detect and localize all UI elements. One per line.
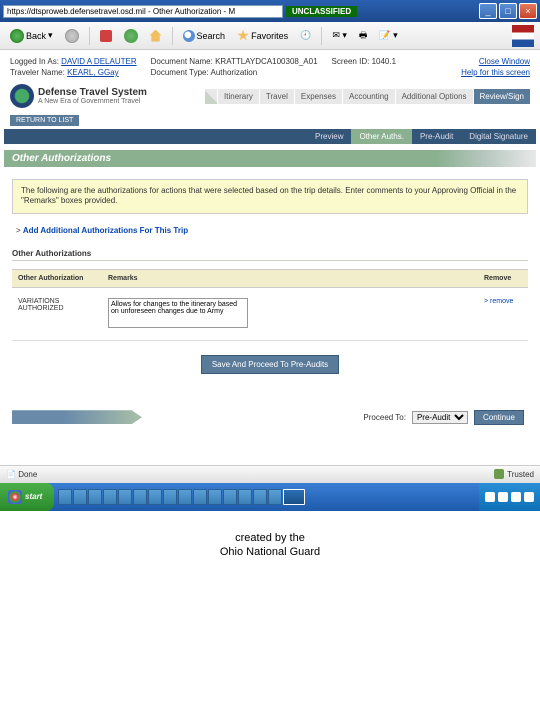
tray-icon[interactable]	[511, 492, 521, 502]
dts-title: Defense Travel System	[38, 87, 147, 98]
main-nav: Itinerary Travel Expenses Accounting Add…	[205, 89, 530, 104]
slide-footer: created by the Ohio National Guard	[0, 511, 540, 580]
home-icon	[150, 30, 162, 42]
authorizations-table: Other Authorization Remarks Remove VARIA…	[12, 269, 528, 341]
tray-icon[interactable]	[524, 492, 534, 502]
tray-icon[interactable]	[498, 492, 508, 502]
taskbar-item[interactable]	[268, 489, 282, 505]
return-to-list-button[interactable]: RETURN TO LIST	[10, 115, 79, 126]
tab-additional[interactable]: Additional Options	[395, 89, 473, 104]
col-remarks: Remarks	[102, 269, 478, 287]
taskbar-item[interactable]	[253, 489, 267, 505]
taskbar-item[interactable]	[118, 489, 132, 505]
taskbar-item[interactable]	[193, 489, 207, 505]
classification-banner: UNCLASSIFIED	[286, 6, 357, 17]
subsection-title: Other Authorizations	[12, 249, 528, 261]
taskbar-item[interactable]	[73, 489, 87, 505]
edit-button[interactable]: 📝 ▾	[375, 28, 401, 43]
traveler-link[interactable]: KEARL, GGay	[67, 68, 119, 77]
back-icon	[10, 29, 24, 43]
trusted-icon	[494, 469, 504, 479]
taskbar-item[interactable]	[103, 489, 117, 505]
taskbar-item[interactable]	[133, 489, 147, 505]
url-field[interactable]: https://dtsproweb.defensetravel.osd.mil …	[3, 5, 283, 18]
status-text: Done	[18, 470, 37, 479]
tab-expenses[interactable]: Expenses	[294, 89, 342, 104]
tab-accounting[interactable]: Accounting	[342, 89, 395, 104]
subtab-other-auths[interactable]: Other Auths.	[351, 129, 411, 144]
remove-link[interactable]: > remove	[484, 298, 513, 305]
favorites-button[interactable]: Favorites	[233, 28, 292, 44]
sub-nav: Preview Other Auths. Pre-Audit Digital S…	[4, 129, 536, 144]
minimize-button[interactable]: _	[479, 3, 497, 19]
taskbar-item[interactable]	[148, 489, 162, 505]
col-authorization: Other Authorization	[12, 269, 102, 287]
taskbar-item[interactable]	[88, 489, 102, 505]
mail-button[interactable]: ✉ ▾	[328, 28, 351, 43]
maximize-button[interactable]: □	[499, 3, 517, 19]
taskbar-item[interactable]	[58, 489, 72, 505]
tab-itinerary[interactable]: Itinerary	[217, 89, 259, 104]
history-button[interactable]: 🕘	[296, 28, 315, 43]
help-link[interactable]: Help for this screen	[461, 68, 530, 77]
continue-button[interactable]: Continue	[474, 410, 524, 425]
stop-button[interactable]	[96, 28, 116, 44]
subtab-signature[interactable]: Digital Signature	[461, 129, 536, 144]
taskbar-item-active[interactable]	[283, 489, 305, 505]
window-titlebar: https://dtsproweb.defensetravel.osd.mil …	[0, 0, 540, 22]
start-button[interactable]: start	[0, 483, 54, 511]
favorites-icon	[237, 30, 249, 42]
windows-taskbar: start	[0, 483, 540, 511]
close-button[interactable]: ×	[519, 3, 537, 19]
tray-icon[interactable]	[485, 492, 495, 502]
browser-toolbar: Back ▾ Search Favorites 🕘 ✉ ▾ 🖶 📝 ▾	[0, 22, 540, 50]
proceed-bar: Proceed To: Pre-Audit Continue	[4, 404, 536, 431]
dts-seal-icon	[10, 84, 34, 108]
col-remove: Remove	[478, 269, 528, 287]
subtab-preaudit[interactable]: Pre-Audit	[412, 129, 461, 144]
tab-review[interactable]: Review/Sign	[473, 89, 530, 104]
dts-subtitle: A New Era of Government Travel	[38, 98, 147, 105]
windows-logo-icon	[8, 490, 22, 504]
taskbar-item[interactable]	[163, 489, 177, 505]
remarks-input[interactable]: Allows for changes to the itinerary base…	[108, 298, 248, 328]
tab-travel[interactable]: Travel	[259, 89, 294, 104]
close-window-link[interactable]: Close Window	[461, 57, 530, 66]
ie-flag-icon	[512, 25, 534, 47]
table-row: VARIATIONS AUTHORIZED Allows for changes…	[12, 287, 528, 340]
forward-icon	[65, 29, 79, 43]
dts-header: Defense Travel System A New Era of Gover…	[10, 84, 530, 108]
home-button[interactable]	[146, 28, 166, 44]
print-button[interactable]: 🖶	[355, 26, 372, 46]
taskbar-item[interactable]	[208, 489, 222, 505]
page-content: Logged In As: DAVID A DELAUTER Traveler …	[0, 50, 540, 435]
search-icon	[183, 30, 195, 42]
auth-name: VARIATIONS AUTHORIZED	[12, 287, 102, 340]
proceed-label: Proceed To:	[363, 413, 406, 422]
taskbar-item[interactable]	[238, 489, 252, 505]
section-title: Other Authorizations	[4, 150, 536, 167]
save-proceed-button[interactable]: Save And Proceed To Pre-Audits	[201, 355, 339, 374]
refresh-icon	[124, 29, 138, 43]
subtab-preview[interactable]: Preview	[307, 129, 351, 144]
add-authorizations-link[interactable]: Add Additional Authorizations For This T…	[23, 226, 188, 235]
document-info-bar: Logged In As: DAVID A DELAUTER Traveler …	[4, 54, 536, 80]
search-button[interactable]: Search	[179, 28, 230, 44]
system-tray[interactable]	[479, 483, 540, 511]
proceed-select[interactable]: Pre-Audit	[412, 411, 468, 424]
quick-launch	[54, 483, 479, 511]
notice-box: The following are the authorizations for…	[12, 179, 528, 214]
taskbar-item[interactable]	[178, 489, 192, 505]
taskbar-item[interactable]	[223, 489, 237, 505]
logged-user-link[interactable]: DAVID A DELAUTER	[61, 57, 136, 66]
forward-button[interactable]	[61, 27, 83, 45]
back-button[interactable]: Back ▾	[6, 27, 57, 45]
refresh-button[interactable]	[120, 27, 142, 45]
address-bar: https://dtsproweb.defensetravel.osd.mil …	[3, 5, 479, 18]
stop-icon	[100, 30, 112, 42]
browser-statusbar: 📄 Done Trusted	[0, 465, 540, 483]
